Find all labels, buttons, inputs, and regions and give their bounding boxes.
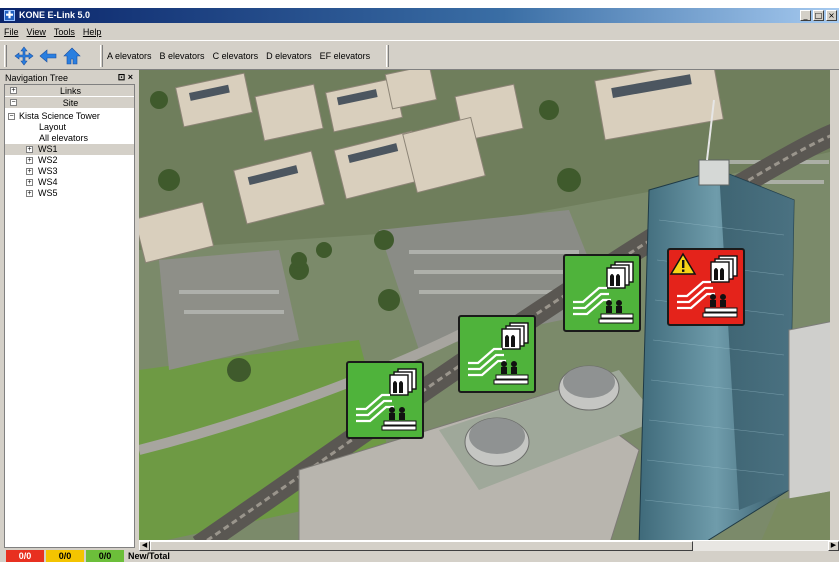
status-red-count: 0/0 <box>6 550 44 562</box>
tree-item-ws3-label: WS3 <box>38 166 58 176</box>
window-controls: _ □ × <box>800 10 837 21</box>
move-icon[interactable] <box>14 46 34 66</box>
tree-item-root[interactable]: − Kista Science Tower <box>5 111 134 122</box>
status-bar: 0/0 0/0 0/0 New/Total <box>0 550 839 562</box>
expand-icon[interactable]: + <box>26 179 33 186</box>
tab-d-elevators[interactable]: D elevators <box>266 51 312 61</box>
tree-item-ws5-label: WS5 <box>38 188 58 198</box>
tree-item-all-elevators-label: All elevators <box>39 133 89 143</box>
tree-item-ws5[interactable]: + WS5 <box>5 188 134 199</box>
menu-file[interactable]: File <box>4 25 19 39</box>
section-site-label: Site <box>62 98 79 108</box>
escalator-icon <box>356 393 394 423</box>
title-bar: ✚ KONE E-Link 5.0 _ □ × <box>0 8 839 23</box>
app-icon: ✚ <box>4 10 15 21</box>
tree-item-layout[interactable]: Layout <box>5 122 134 133</box>
escalator-icon <box>468 347 506 377</box>
expand-icon[interactable]: + <box>26 190 33 197</box>
section-links-label: Links <box>59 86 81 96</box>
nav-header: Navigation Tree ⊡ × <box>4 72 135 84</box>
status-label: New/Total <box>128 551 170 561</box>
back-arrow-icon[interactable] <box>38 46 58 66</box>
section-links[interactable]: + Links <box>5 85 134 97</box>
walkway-icon <box>493 361 529 385</box>
menu-help[interactable]: Help <box>83 25 102 39</box>
tree-item-root-label: Kista Science Tower <box>19 111 100 121</box>
walkway-icon <box>598 300 634 324</box>
tree-item-ws1[interactable]: + WS1 <box>5 144 134 155</box>
door-panels-icon <box>710 255 738 283</box>
door-panels-icon <box>606 261 634 289</box>
elevator-group-marker-2[interactable] <box>458 315 536 393</box>
expand-icon[interactable]: + <box>26 157 33 164</box>
tree-item-ws3[interactable]: + WS3 <box>5 166 134 177</box>
walkway-icon <box>702 294 738 318</box>
home-icon[interactable] <box>62 46 82 66</box>
escalator-icon <box>573 286 611 316</box>
tree-items: − Kista Science Tower Layout All elevato… <box>5 111 134 199</box>
walkway-icon <box>381 407 417 431</box>
status-yellow-count: 0/0 <box>46 550 84 562</box>
toolbar-separator <box>386 45 389 67</box>
tree-item-ws2[interactable]: + WS2 <box>5 155 134 166</box>
section-site[interactable]: − Site <box>5 97 134 109</box>
warning-icon <box>669 252 697 275</box>
toolbar-grip[interactable] <box>4 45 7 67</box>
elevator-group-marker-3[interactable] <box>563 254 641 332</box>
nav-buttons <box>14 45 82 67</box>
toolbar: A elevators B elevators C elevators D el… <box>0 40 839 70</box>
minimize-icon[interactable]: _ <box>800 10 811 21</box>
elevator-group-marker-4[interactable] <box>667 248 745 326</box>
status-green-count: 0/0 <box>86 550 124 562</box>
door-panels-icon <box>389 368 417 396</box>
tree-item-layout-label: Layout <box>39 122 67 132</box>
navigation-panel: Navigation Tree ⊡ × + Links − Site − Kis… <box>4 72 135 548</box>
menu-view[interactable]: View <box>27 25 46 39</box>
window-title: KONE E-Link 5.0 <box>19 10 91 20</box>
tree-item-ws2-label: WS2 <box>38 155 58 165</box>
tab-ef-elevators[interactable]: EF elevators <box>320 51 371 61</box>
tab-a-elevators[interactable]: A elevators <box>107 51 152 61</box>
menu-tools[interactable]: Tools <box>54 25 75 39</box>
tree-item-ws4-label: WS4 <box>38 177 58 187</box>
tree-item-ws1-label: WS1 <box>38 144 58 154</box>
maximize-icon[interactable]: □ <box>813 10 824 21</box>
nav-title: Navigation Tree <box>5 73 69 83</box>
elevator-group-tabs: A elevators B elevators C elevators D el… <box>107 45 370 67</box>
door-panels-icon <box>501 322 529 350</box>
close-icon[interactable]: × <box>826 10 837 21</box>
tab-b-elevators[interactable]: B elevators <box>160 51 205 61</box>
tab-c-elevators[interactable]: C elevators <box>213 51 259 61</box>
app-window: ✚ KONE E-Link 5.0 _ □ × File View Tools … <box>0 8 839 562</box>
tree-item-all-elevators[interactable]: All elevators <box>5 133 134 144</box>
expand-icon[interactable]: + <box>26 146 33 153</box>
elevator-group-marker-1[interactable] <box>346 361 424 439</box>
pin-close-icon[interactable]: ⊡ × <box>118 72 133 83</box>
menu-bar: File View Tools Help <box>0 25 839 39</box>
escalator-icon <box>677 280 715 310</box>
tree-item-ws4[interactable]: + WS4 <box>5 177 134 188</box>
collapse-icon[interactable]: − <box>8 113 15 120</box>
vertical-scrollbar[interactable] <box>830 70 839 540</box>
toolbar-separator <box>100 45 103 67</box>
navigation-tree: + Links − Site − Kista Science Tower Lay… <box>4 84 135 548</box>
expand-icon[interactable]: + <box>26 168 33 175</box>
